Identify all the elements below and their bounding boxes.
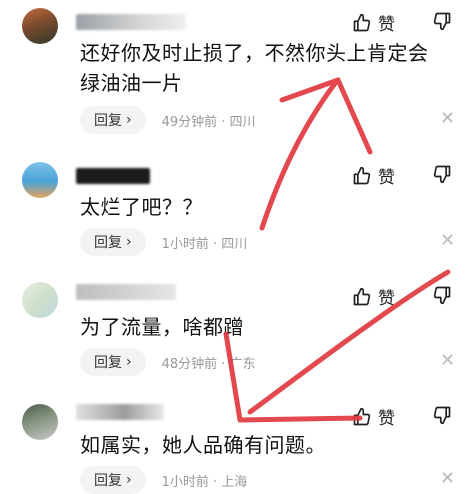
- like-button[interactable]: 赞: [352, 284, 395, 309]
- thumbs-up-icon: [353, 287, 371, 305]
- comment-meta: 1小时前 · 四川: [161, 236, 248, 252]
- like-label: 赞: [378, 289, 395, 309]
- thumbs-up-icon: [353, 407, 371, 425]
- like-label: 赞: [378, 409, 395, 429]
- reply-label: 回复: [94, 235, 122, 251]
- like-label: 赞: [378, 15, 395, 35]
- comment-meta: 49分钟前 · 四川: [161, 114, 256, 130]
- comment-footer: 回复 › 1小时前 · 上海: [80, 466, 247, 494]
- comment-meta: 48分钟前 · 广东: [161, 356, 256, 372]
- dislike-button[interactable]: [432, 285, 452, 305]
- close-icon[interactable]: ✕: [440, 108, 455, 129]
- thumbs-down-icon: [433, 406, 451, 425]
- avatar[interactable]: [22, 404, 58, 440]
- close-icon[interactable]: ✕: [440, 468, 455, 489]
- reply-label: 回复: [94, 355, 122, 371]
- chevron-right-icon: ›: [126, 234, 132, 250]
- like-label: 赞: [378, 168, 395, 188]
- dislike-button[interactable]: [432, 164, 452, 184]
- avatar[interactable]: [22, 162, 58, 198]
- comment-text: 太烂了吧？？: [80, 195, 203, 219]
- comment-meta: 1小时前 · 上海: [161, 474, 248, 490]
- arrow-down-head: [223, 331, 363, 423]
- close-icon[interactable]: ✕: [440, 230, 455, 251]
- thumbs-up-icon: [353, 13, 371, 31]
- thumbs-up-icon: [353, 166, 371, 184]
- reply-label: 回复: [94, 113, 122, 129]
- reply-button[interactable]: 回复 ›: [80, 228, 146, 256]
- like-button[interactable]: 赞: [352, 163, 395, 188]
- chevron-right-icon: ›: [126, 472, 132, 488]
- comment-text: 如属实，她人品确有问题。: [80, 433, 326, 457]
- comment-text: 还好你及时止损了，不然你头上肯定会绿油油一片: [80, 41, 429, 95]
- avatar[interactable]: [22, 282, 58, 318]
- reply-button[interactable]: 回复 ›: [80, 348, 146, 376]
- thumbs-down-icon: [433, 286, 451, 305]
- like-button[interactable]: 赞: [352, 10, 395, 35]
- chevron-right-icon: ›: [126, 354, 132, 370]
- arrow-down-shaft: [247, 269, 451, 415]
- dislike-button[interactable]: [432, 405, 452, 425]
- reply-label: 回复: [94, 473, 122, 489]
- username-blurred[interactable]: [76, 14, 186, 30]
- thumbs-down-icon: [433, 165, 451, 184]
- username-blurred[interactable]: [76, 284, 176, 300]
- comment-text: 为了流量，啥都蹭: [80, 315, 244, 339]
- comment-footer: 回复 › 49分钟前 · 四川: [80, 106, 256, 134]
- comment-footer: 回复 › 1小时前 · 四川: [80, 228, 247, 256]
- close-icon[interactable]: ✕: [440, 350, 455, 371]
- username-blurred[interactable]: [76, 168, 150, 184]
- avatar[interactable]: [22, 8, 58, 44]
- thumbs-down-icon: [433, 12, 451, 31]
- reply-button[interactable]: 回复 ›: [80, 466, 146, 494]
- chevron-right-icon: ›: [126, 112, 132, 128]
- like-button[interactable]: 赞: [352, 404, 395, 429]
- dislike-button[interactable]: [432, 11, 452, 31]
- reply-button[interactable]: 回复 ›: [80, 106, 146, 134]
- username-blurred[interactable]: [76, 404, 164, 420]
- comment-footer: 回复 › 48分钟前 · 广东: [80, 348, 256, 376]
